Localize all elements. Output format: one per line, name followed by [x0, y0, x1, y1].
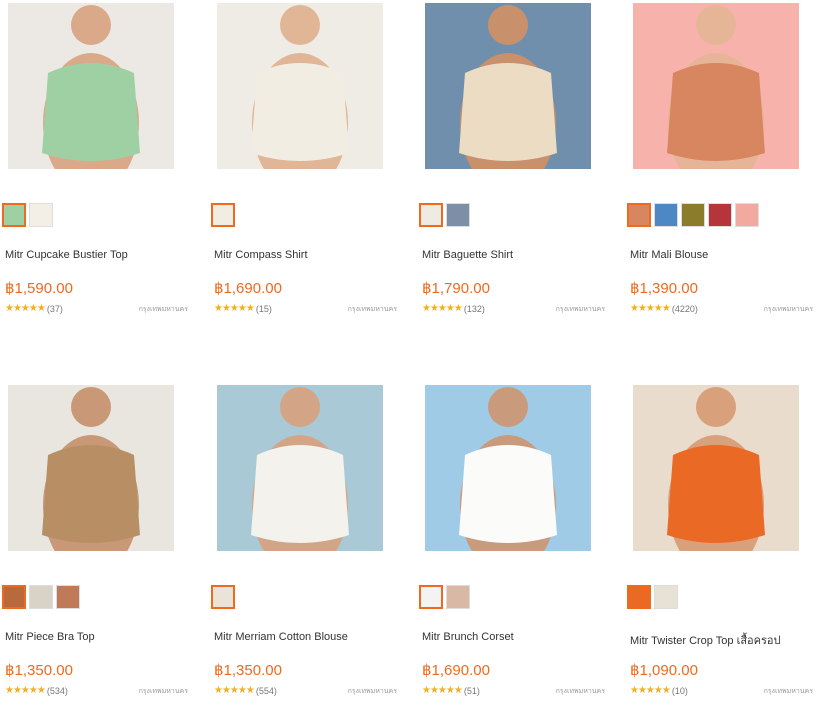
product-rating: ★★★★★ (10) [630, 685, 688, 696]
product-image[interactable] [425, 385, 591, 551]
star-rating-icon: ★★★★★ [214, 685, 255, 696]
seller-location: กรุงเทพมหานคร [138, 688, 188, 695]
seller-location: กรุงเทพมหานคร [138, 306, 188, 313]
product-price: ฿1,690.00 [214, 280, 282, 297]
seller-location: กรุงเทพมหานคร [763, 688, 813, 695]
seller-location: กรุงเทพมหานคร [555, 688, 605, 695]
product-card[interactable]: Mitr Mali Blouse ฿1,390.00 ★★★★★ (4220) กรุง… [625, 3, 817, 323]
color-swatch[interactable] [2, 585, 26, 609]
product-name[interactable]: Mitr Piece Bra Top [5, 631, 95, 643]
color-swatch[interactable] [29, 585, 53, 609]
color-swatches [419, 203, 470, 227]
color-swatch[interactable] [708, 203, 732, 227]
color-swatch[interactable] [29, 203, 53, 227]
product-card[interactable]: Mitr Cupcake Bustier Top ฿1,590.00 ★★★★★ (3… [0, 3, 200, 323]
color-swatch[interactable] [419, 203, 443, 227]
star-rating-icon: ★★★★★ [422, 685, 463, 696]
product-rating: ★★★★★ (554) [214, 685, 277, 696]
color-swatch[interactable] [211, 203, 235, 227]
review-count: (37) [46, 303, 63, 314]
color-swatch[interactable] [211, 585, 235, 609]
product-image[interactable] [217, 3, 383, 169]
product-rating: ★★★★★ (51) [422, 685, 480, 696]
product-image[interactable] [8, 3, 174, 169]
product-card[interactable]: Mitr Piece Bra Top ฿1,350.00 ★★★★★ (534) กรุ… [0, 385, 200, 705]
color-swatch[interactable] [735, 203, 759, 227]
review-count: (10) [671, 685, 688, 696]
color-swatches [211, 585, 235, 609]
product-name[interactable]: Mitr Brunch Corset [422, 631, 514, 643]
color-swatches [419, 585, 470, 609]
product-name[interactable]: Mitr Merriam Cotton Blouse [214, 631, 348, 643]
product-card[interactable]: Mitr Compass Shirt ฿1,690.00 ★★★★★ (15) กรุง… [209, 3, 409, 323]
color-swatch[interactable] [627, 585, 651, 609]
star-rating-icon: ★★★★★ [422, 303, 463, 314]
product-price: ฿1,350.00 [5, 662, 73, 679]
product-price: ฿1,090.00 [630, 662, 698, 679]
star-rating-icon: ★★★★★ [5, 303, 46, 314]
product-rating: ★★★★★ (4220) [630, 303, 698, 314]
color-swatches [2, 585, 80, 609]
product-price: ฿1,590.00 [5, 280, 73, 297]
review-count: (4220) [671, 303, 698, 314]
product-grid: Mitr Cupcake Bustier Top ฿1,590.00 ★★★★★ (3… [0, 0, 817, 710]
color-swatch[interactable] [446, 585, 470, 609]
color-swatch[interactable] [419, 585, 443, 609]
seller-location: กรุงเทพมหานคร [347, 306, 397, 313]
product-card[interactable]: Mitr Baguette Shirt ฿1,790.00 ★★★★★ (132) กร… [417, 3, 617, 323]
color-swatches [627, 585, 678, 609]
product-image[interactable] [217, 385, 383, 551]
color-swatch[interactable] [446, 203, 470, 227]
color-swatch[interactable] [654, 585, 678, 609]
product-rating: ★★★★★ (534) [5, 685, 68, 696]
color-swatch[interactable] [56, 585, 80, 609]
product-rating: ★★★★★ (15) [214, 303, 272, 314]
product-name[interactable]: Mitr Mali Blouse [630, 249, 708, 261]
product-image[interactable] [633, 3, 799, 169]
review-count: (51) [463, 685, 480, 696]
product-name[interactable]: Mitr Twister Crop Top เสื้อครอป [630, 631, 781, 649]
product-card[interactable]: Mitr Brunch Corset ฿1,690.00 ★★★★★ (51) กรุง… [417, 385, 617, 705]
seller-location: กรุงเทพมหานคร [347, 688, 397, 695]
color-swatch[interactable] [627, 203, 651, 227]
color-swatch[interactable] [654, 203, 678, 227]
product-price: ฿1,390.00 [630, 280, 698, 297]
color-swatch[interactable] [2, 203, 26, 227]
review-count: (534) [46, 685, 68, 696]
star-rating-icon: ★★★★★ [630, 303, 671, 314]
star-rating-icon: ★★★★★ [630, 685, 671, 696]
seller-location: กรุงเทพมหานคร [555, 306, 605, 313]
product-image[interactable] [425, 3, 591, 169]
review-count: (15) [255, 303, 272, 314]
product-price: ฿1,690.00 [422, 662, 490, 679]
product-image[interactable] [633, 385, 799, 551]
star-rating-icon: ★★★★★ [214, 303, 255, 314]
color-swatches [627, 203, 759, 227]
product-card[interactable]: Mitr Twister Crop Top เสื้อครอป฿1,090.00… [625, 385, 817, 705]
product-price: ฿1,790.00 [422, 280, 490, 297]
color-swatches [2, 203, 53, 227]
star-rating-icon: ★★★★★ [5, 685, 46, 696]
seller-location: กรุงเทพมหานคร [763, 306, 813, 313]
review-count: (554) [255, 685, 277, 696]
product-name[interactable]: Mitr Baguette Shirt [422, 249, 513, 261]
review-count: (132) [463, 303, 485, 314]
color-swatch[interactable] [681, 203, 705, 227]
color-swatches [211, 203, 235, 227]
product-card[interactable]: Mitr Merriam Cotton Blouse ฿1,350.00 ★★★★★… [209, 385, 409, 705]
product-name[interactable]: Mitr Cupcake Bustier Top [5, 249, 128, 261]
product-rating: ★★★★★ (132) [422, 303, 485, 314]
product-name[interactable]: Mitr Compass Shirt [214, 249, 308, 261]
product-price: ฿1,350.00 [214, 662, 282, 679]
product-rating: ★★★★★ (37) [5, 303, 63, 314]
product-image[interactable] [8, 385, 174, 551]
